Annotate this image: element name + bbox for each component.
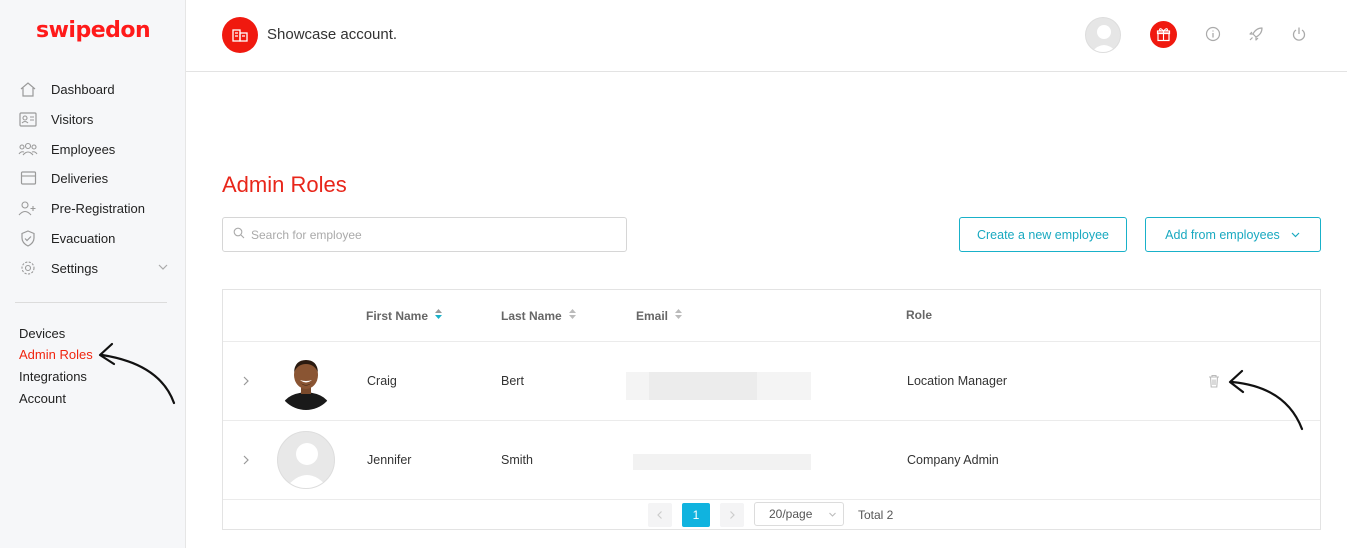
chevron-down-icon — [157, 260, 169, 278]
sidebar-item-settings[interactable]: Settings — [18, 257, 173, 279]
last-name-cell: Bert — [501, 374, 524, 388]
id-card-icon — [18, 110, 38, 128]
role-cell: Location Manager — [907, 374, 1008, 388]
employee-photo — [277, 352, 335, 410]
sidebar-divider — [15, 302, 167, 303]
add-from-employees-label: Add from employees — [1165, 227, 1280, 242]
chevron-left-icon — [657, 511, 662, 519]
sidebar-item-label: Dashboard — [51, 81, 115, 97]
sort-icon[interactable] — [434, 308, 443, 323]
gear-icon — [18, 259, 38, 277]
home-icon — [18, 80, 38, 98]
rocket-icon[interactable] — [1247, 25, 1265, 43]
add-user-icon — [18, 199, 38, 217]
chevron-down-icon — [828, 510, 837, 519]
sidebar-item-visitors[interactable]: Visitors — [18, 108, 173, 130]
chevron-right-icon — [730, 511, 735, 519]
sidebar-item-label: Deliveries — [51, 170, 109, 186]
column-header-label: Email — [636, 308, 669, 323]
chevron-right-icon[interactable] — [241, 455, 251, 465]
last-name-cell: Smith — [501, 453, 533, 467]
next-page-button[interactable] — [720, 503, 744, 527]
trash-icon[interactable] — [1207, 374, 1221, 388]
column-header-last-name[interactable]: Last Name — [501, 308, 577, 323]
column-header-role: Role — [906, 308, 932, 322]
sidebar-link-devices[interactable]: Devices — [19, 326, 65, 341]
sidebar-item-label: Employees — [51, 141, 116, 157]
sort-icon[interactable] — [674, 308, 683, 323]
sidebar-item-label: Settings — [51, 260, 98, 276]
info-icon[interactable] — [1204, 25, 1222, 43]
role-cell: Company Admin — [907, 453, 999, 467]
add-from-employees-button[interactable]: Add from employees — [1145, 217, 1321, 252]
sidebar-item-pre-registration[interactable]: Pre-Registration — [18, 197, 173, 219]
package-icon — [18, 169, 38, 187]
building-icon[interactable] — [222, 17, 258, 53]
sidebar-item-deliveries[interactable]: Deliveries — [18, 167, 173, 189]
top-bar: Showcase account. — [186, 0, 1347, 72]
total-count: Total 2 — [858, 508, 894, 522]
sidebar-item-label: Evacuation — [51, 230, 116, 246]
swipedon-logo[interactable]: swipedon — [36, 18, 151, 43]
page-title: Admin Roles — [222, 172, 347, 197]
row-divider — [223, 499, 1320, 500]
column-header-email[interactable]: Email — [636, 308, 683, 323]
employee-photo-placeholder — [277, 431, 335, 489]
sidebar: swipedon Dashboard Visitors Employees De… — [0, 0, 186, 548]
column-header-first-name[interactable]: First Name — [366, 308, 443, 323]
row-divider — [223, 341, 1320, 342]
sidebar-item-dashboard[interactable]: Dashboard — [18, 78, 173, 100]
page-number-current[interactable]: 1 — [682, 503, 710, 527]
prev-page-button[interactable] — [648, 503, 672, 527]
gift-icon[interactable] — [1150, 21, 1177, 48]
create-employee-button[interactable]: Create a new employee — [959, 217, 1127, 252]
page-size-select[interactable]: 20/page — [754, 502, 844, 526]
sidebar-item-employees[interactable]: Employees — [18, 138, 173, 160]
redacted-email — [633, 454, 811, 470]
row-divider — [223, 420, 1320, 421]
column-header-label: Last Name — [501, 308, 562, 323]
sidebar-item-label: Visitors — [51, 111, 94, 127]
user-avatar[interactable] — [1085, 17, 1121, 53]
sidebar-link-integrations[interactable]: Integrations — [19, 369, 87, 384]
people-icon — [18, 140, 38, 158]
redacted-email — [649, 372, 757, 400]
search-icon — [233, 226, 245, 244]
annotation-arrow-icon — [98, 342, 176, 405]
search-box[interactable] — [222, 217, 627, 252]
shield-icon — [18, 229, 38, 247]
admin-roles-table: First Name Last Name Email Role Craig Be… — [222, 289, 1321, 530]
sidebar-link-account[interactable]: Account — [19, 391, 66, 406]
sidebar-item-label: Pre-Registration — [51, 200, 145, 216]
power-icon[interactable] — [1290, 25, 1308, 43]
sort-icon[interactable] — [568, 308, 577, 323]
chevron-down-icon — [1290, 229, 1301, 240]
sidebar-item-evacuation[interactable]: Evacuation — [18, 227, 173, 249]
first-name-cell: Jennifer — [367, 453, 412, 467]
search-input[interactable] — [251, 227, 611, 242]
sidebar-link-admin-roles[interactable]: Admin Roles — [19, 347, 93, 362]
chevron-right-icon[interactable] — [241, 376, 251, 386]
page-size-value: 20/page — [769, 507, 813, 521]
first-name-cell: Craig — [367, 374, 397, 388]
account-name[interactable]: Showcase account. — [267, 26, 397, 43]
column-header-label: Role — [906, 308, 933, 322]
column-header-label: First Name — [366, 308, 429, 323]
